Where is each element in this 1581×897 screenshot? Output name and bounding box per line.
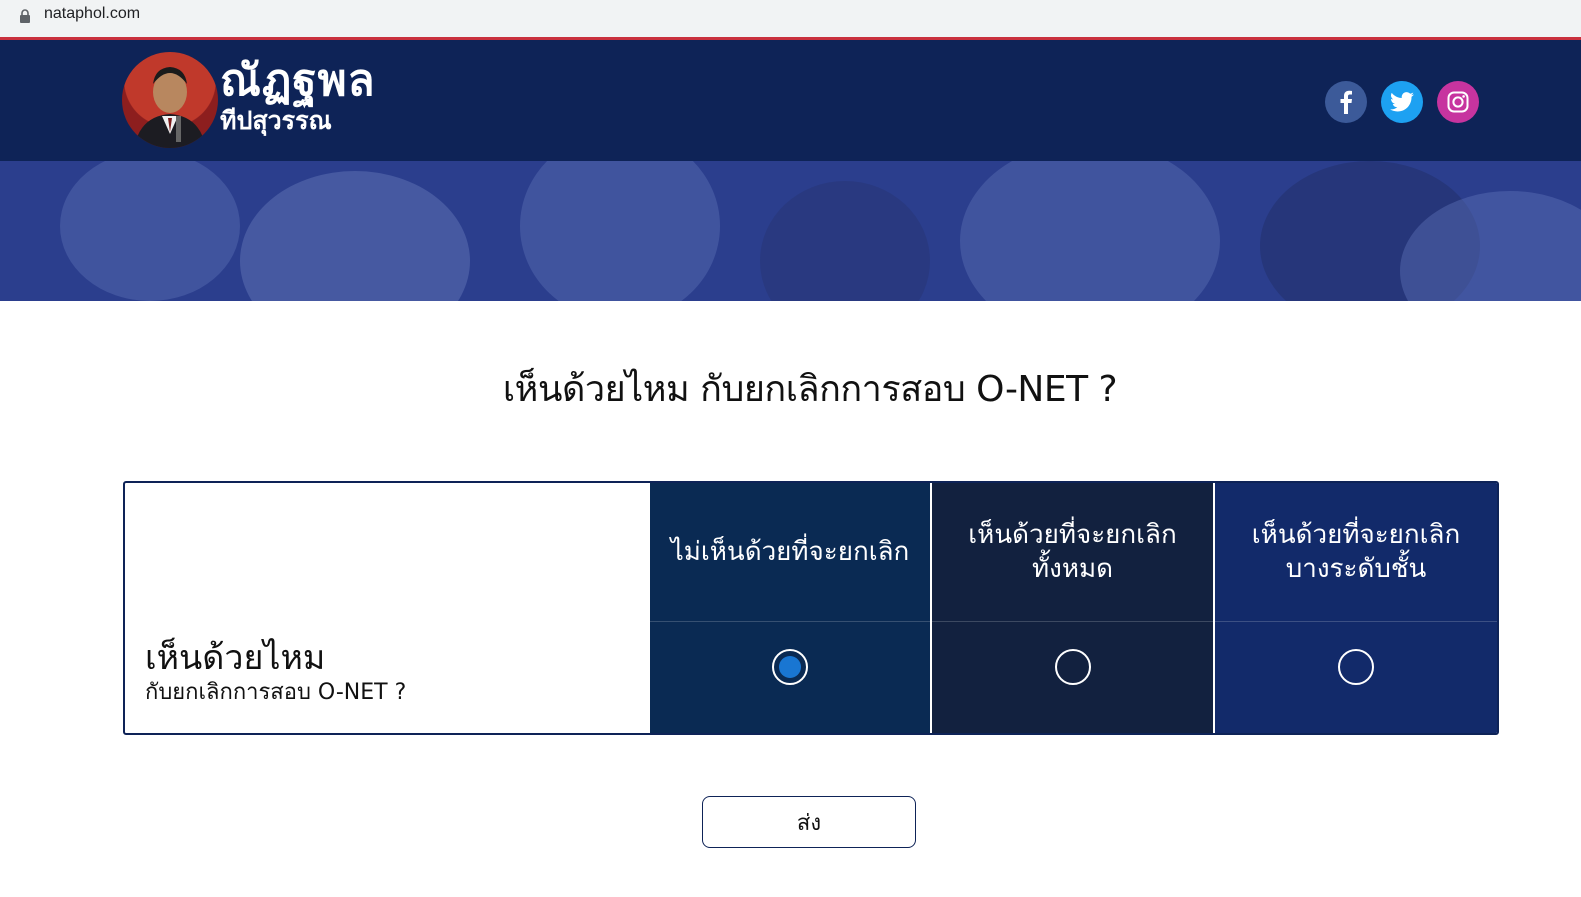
- facebook-button[interactable]: [1325, 81, 1367, 123]
- poll-row-label: เห็นด้วยไหม กับยกเลิกการสอบ O-NET ?: [145, 638, 406, 708]
- facebook-icon: [1340, 90, 1352, 114]
- poll-option-header: เห็นด้วยที่จะยกเลิกบางระดับชั้น: [1215, 483, 1497, 622]
- poll-option-label: ไม่เห็นด้วยที่จะยกเลิก: [670, 537, 910, 567]
- browser-address-bar[interactable]: nataphol.com: [0, 0, 1581, 40]
- poll-option-column: ไม่เห็นด้วยที่จะยกเลิก: [650, 483, 930, 733]
- twitter-icon: [1390, 92, 1414, 112]
- poll-option-label: เห็นด้วยที่จะยกเลิกทั้งหมด: [968, 520, 1177, 584]
- instagram-icon: [1447, 91, 1469, 113]
- avatar[interactable]: [122, 52, 218, 148]
- poll-table: เห็นด้วยไหม กับยกเลิกการสอบ O-NET ? ไม่เ…: [123, 481, 1499, 735]
- poll-option-label: เห็นด้วยที่จะยกเลิกบางระดับชั้น: [1251, 520, 1461, 584]
- submit-button[interactable]: ส่ง: [702, 796, 916, 848]
- poll-option-radio-selected[interactable]: [772, 649, 808, 685]
- logo-name[interactable]: ณัฏฐพล: [220, 56, 376, 106]
- poll-option-header: ไม่เห็นด้วยที่จะยกเลิก: [650, 483, 930, 622]
- poll-row-subtitle: กับยกเลิกการสอบ O-NET ?: [145, 680, 407, 705]
- poll-option-column: เห็นด้วยที่จะยกเลิกทั้งหมด: [932, 483, 1213, 733]
- twitter-button[interactable]: [1381, 81, 1423, 123]
- url-text[interactable]: nataphol.com: [44, 5, 140, 23]
- lock-icon: [20, 9, 30, 23]
- poll-option-radio[interactable]: [1338, 649, 1374, 685]
- poll-question-heading: เห็นด้วยไหม กับยกเลิกการสอบ O-NET ?: [502, 369, 1118, 410]
- poll-row-title: เห็นด้วยไหม: [145, 638, 326, 678]
- logo-surname[interactable]: ทีปสุวรรณ: [220, 106, 332, 136]
- poll-option-column: เห็นด้วยที่จะยกเลิกบางระดับชั้น: [1215, 483, 1497, 733]
- poll-option-radio[interactable]: [1054, 649, 1091, 685]
- hero-banner-image: [0, 161, 1581, 301]
- poll-option-header: เห็นด้วยที่จะยกเลิกทั้งหมด: [932, 483, 1213, 622]
- instagram-button[interactable]: [1437, 81, 1479, 123]
